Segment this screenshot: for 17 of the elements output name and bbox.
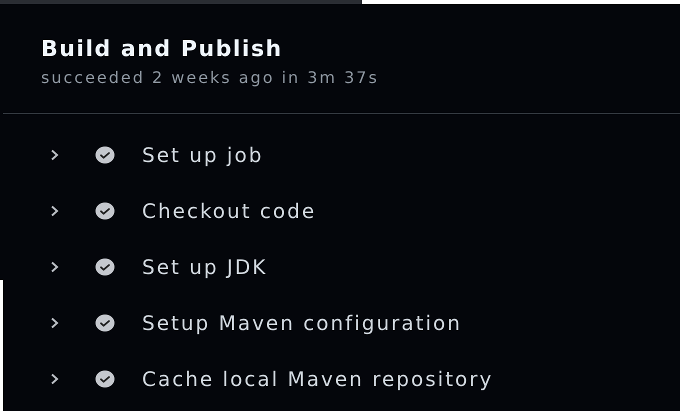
chevron-icon[interactable] — [49, 316, 61, 330]
check-circle-icon — [95, 370, 115, 388]
check-circle-icon — [95, 258, 115, 276]
chevron-icon[interactable] — [49, 204, 61, 218]
step-name[interactable]: Set up JDK — [142, 255, 268, 279]
check-circle-icon — [95, 146, 115, 164]
check-circle-icon — [95, 314, 115, 332]
job-title: Build and Publish — [41, 37, 283, 63]
step-name[interactable]: Cache local Maven repository — [142, 367, 494, 391]
job-summary: succeeded 2 weeks ago in 3m 37s — [41, 67, 379, 89]
step-name[interactable]: Set up job — [142, 143, 264, 167]
step-name[interactable]: Checkout code — [142, 199, 316, 223]
chevron-icon[interactable] — [49, 260, 61, 274]
check-circle-icon — [95, 202, 115, 220]
chevron-icon[interactable] — [49, 372, 61, 386]
step-name[interactable]: Setup Maven configuration — [142, 311, 462, 335]
chevron-icon[interactable] — [49, 148, 61, 162]
